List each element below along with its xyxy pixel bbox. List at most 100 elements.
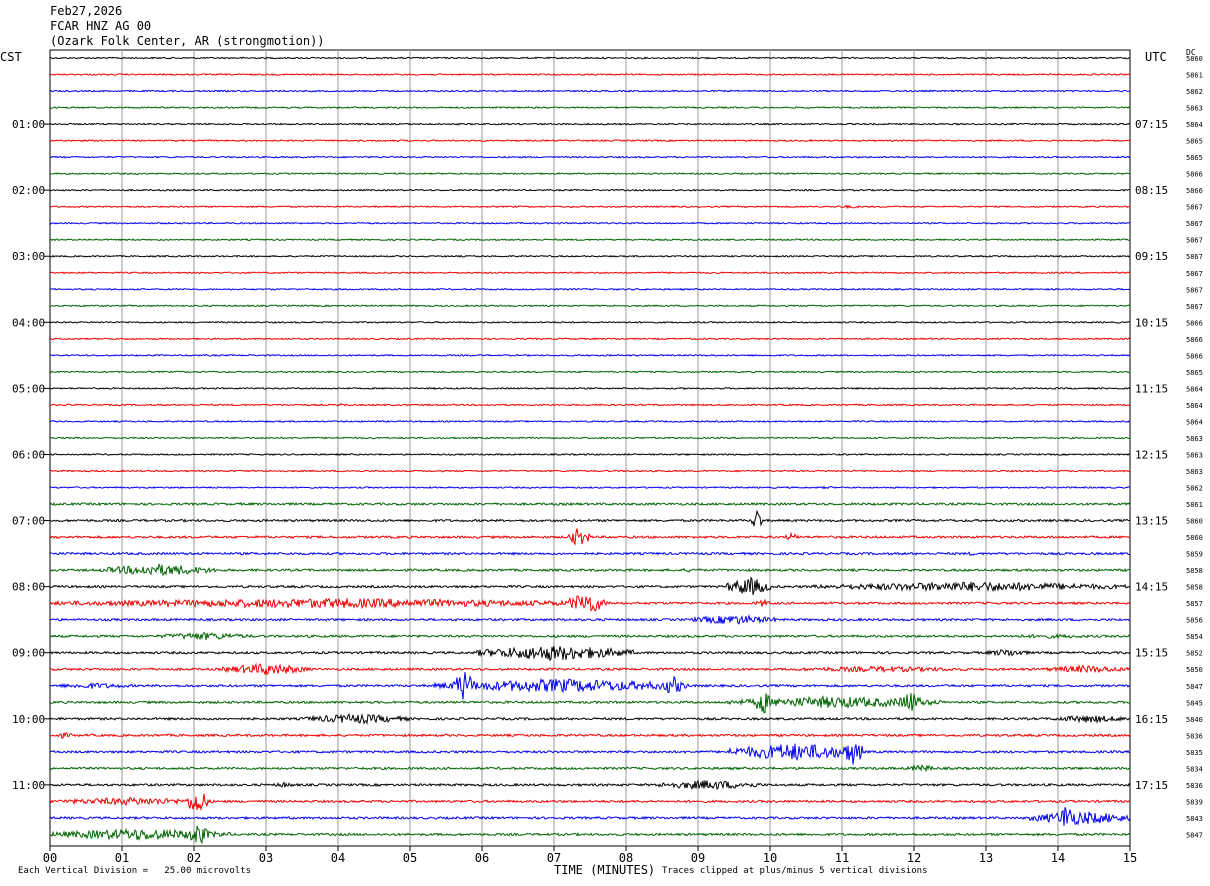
trace-row-1 [49, 73, 1131, 76]
trace-row-17 [49, 337, 1131, 341]
utc-hour-label: 14:15 [1135, 581, 1168, 594]
utc-hour-label: 09:15 [1135, 250, 1168, 263]
dc-offset-value: 5834 [1186, 765, 1203, 773]
dc-offset-value: 5865 [1186, 369, 1203, 377]
dc-offset-value: 5845 [1186, 699, 1203, 707]
dc-offset-value: 5839 [1186, 798, 1203, 806]
trace-row-19 [49, 370, 1131, 374]
cst-hour-label: 01:00 [12, 118, 45, 131]
dc-offset-value: 5835 [1186, 749, 1203, 757]
dc-offset-value: 5856 [1186, 617, 1203, 625]
right-timezone-label: UTC [1145, 50, 1167, 64]
dc-offset-value: 5866 [1186, 319, 1203, 327]
dc-offset-value: 5860 [1186, 518, 1203, 526]
x-tick-label: 05 [403, 851, 417, 865]
x-tick-label: 13 [979, 851, 993, 865]
cst-hour-label: 03:00 [12, 250, 45, 263]
dc-offset-value: 5847 [1186, 831, 1203, 839]
dc-offset-value: 5865 [1186, 138, 1203, 146]
trace-row-23 [49, 436, 1131, 440]
trace-row-15 [49, 304, 1131, 308]
dc-offset-value: 5863 [1186, 435, 1203, 443]
trace-row-38 [49, 671, 1131, 700]
trace-row-9 [49, 204, 1131, 210]
trace-row-29 [49, 528, 1131, 546]
trace-row-31 [49, 562, 1131, 577]
dc-offset-value: 5867 [1186, 286, 1203, 294]
trace-row-28 [50, 509, 1131, 527]
trace-row-30 [49, 551, 1130, 556]
dc-offset-value: 5863 [1186, 468, 1203, 476]
helicorder-plot: 00 01 02 03 04 05 06 07 08 09 10 11 12 13 14 1501:0002:… [12, 49, 1203, 865]
dc-offset-value: 5864 [1186, 418, 1203, 426]
dc-offset-value: 5858 [1186, 567, 1203, 575]
utc-hour-label: 13:15 [1135, 515, 1168, 528]
trace-row-46 [49, 807, 1131, 826]
trace-row-2 [49, 89, 1130, 93]
trace-row-4 [49, 122, 1131, 126]
trace-row-42 [49, 743, 1131, 765]
cst-hour-label: 05:00 [12, 382, 45, 395]
trace-row-43 [49, 764, 1131, 773]
trace-row-45 [49, 793, 1131, 812]
utc-hour-label: 11:15 [1135, 382, 1168, 395]
dc-offset-value: 5858 [1186, 584, 1203, 592]
x-tick-label: 01 [115, 851, 129, 865]
dc-offset-value: 5861 [1186, 72, 1203, 80]
cst-hour-label: 04:00 [12, 316, 45, 329]
x-tick-label: 11 [835, 851, 849, 865]
utc-hour-label: 15:15 [1135, 647, 1168, 660]
dc-offset-value: 5861 [1186, 501, 1203, 509]
utc-hour-label: 08:15 [1135, 184, 1168, 197]
trace-row-8 [49, 188, 1130, 192]
trace-row-25 [49, 469, 1131, 473]
dc-offset-value: 5867 [1186, 204, 1203, 212]
trace-row-34 [49, 614, 1131, 625]
trace-row-18 [49, 353, 1131, 357]
plot-frame [49, 49, 1131, 847]
utc-hour-label: 07:15 [1135, 118, 1168, 131]
dc-offset-value: 5866 [1186, 187, 1203, 195]
dc-offset-value: 5836 [1186, 732, 1203, 740]
dc-offset-value: 5840 [1186, 716, 1203, 724]
trace-row-41 [49, 732, 1131, 739]
dc-offset-value: 5866 [1186, 352, 1203, 360]
trace-row-7 [49, 172, 1131, 176]
trace-row-5 [49, 139, 1131, 143]
trace-row-27 [49, 501, 1131, 507]
x-tick-label: 03 [259, 851, 273, 865]
x-tick-label: 12 [907, 851, 921, 865]
trace-row-16 [49, 320, 1131, 324]
trace-row-11 [49, 238, 1131, 242]
dc-offset-value: 5850 [1186, 666, 1203, 674]
dc-offset-value: 5864 [1186, 385, 1203, 393]
trace-row-10 [49, 221, 1131, 225]
clip-note: Traces clipped at plus/minus 5 vertical … [662, 866, 928, 876]
x-axis-title: TIME (MINUTES) [554, 863, 656, 877]
dc-offset-value: 5864 [1186, 402, 1203, 410]
dc-column-header: DC [1186, 48, 1196, 57]
dc-offset-value: 5866 [1186, 336, 1203, 344]
dc-offset-value: 5857 [1186, 600, 1203, 608]
trace-row-21 [49, 402, 1131, 407]
dc-offset-value: 5854 [1186, 633, 1203, 641]
dc-offset-value: 5867 [1186, 270, 1203, 278]
x-tick-label: 14 [1051, 851, 1065, 865]
left-timezone-label: CST [0, 50, 22, 64]
dc-offset-value: 5862 [1186, 88, 1203, 96]
cst-hour-label: 09:00 [12, 647, 45, 660]
trace-row-32 [49, 576, 1131, 596]
trace-row-33 [49, 595, 1131, 612]
dc-offset-value: 5864 [1186, 121, 1203, 129]
x-tick-label: 09 [691, 851, 705, 865]
dc-offset-value: 5867 [1186, 220, 1203, 228]
x-tick-label: 00 [43, 851, 57, 865]
dc-offset-value: 5843 [1186, 815, 1203, 823]
dc-offset-value: 5847 [1186, 683, 1203, 691]
trace-row-0 [49, 56, 1131, 60]
dc-offset-value: 5866 [1186, 171, 1203, 179]
cst-hour-label: 11:00 [12, 779, 45, 792]
trace-row-40 [49, 713, 1131, 725]
trace-row-13 [49, 271, 1131, 275]
x-tick-label: 02 [187, 851, 201, 865]
